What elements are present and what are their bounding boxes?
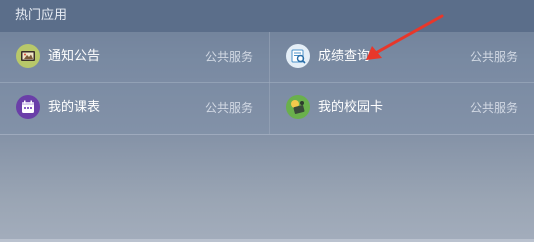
panel-title: 热门应用 — [15, 8, 68, 23]
app-item-my-timetable[interactable]: 我的课表 公共服务 — [0, 83, 269, 133]
app-category: 公共服务 — [204, 101, 253, 115]
app-item-notices[interactable]: 通知公告 公共服务 — [0, 32, 269, 82]
app-item-grade-query[interactable]: 成绩查询 公共服务 — [270, 32, 534, 82]
app-grid: 通知公告 公共服务 成绩查询 公共服务 我的课表 公共服务 我的校园卡 公共服务 — [0, 32, 534, 135]
app-category: 公共服务 — [469, 50, 518, 64]
app-label: 我的校园卡 — [318, 100, 384, 115]
campus-card-icon — [286, 95, 310, 119]
app-category: 公共服务 — [469, 101, 518, 115]
notice-board-icon — [16, 44, 40, 68]
app-label: 通知公告 — [48, 49, 101, 64]
app-item-campus-card[interactable]: 我的校园卡 公共服务 — [270, 83, 534, 133]
calendar-icon — [16, 95, 40, 119]
hot-apps-header: 热门应用 — [0, 0, 534, 32]
app-label: 成绩查询 — [318, 49, 371, 64]
grade-search-icon — [286, 44, 310, 68]
app-category: 公共服务 — [204, 50, 253, 64]
app-label: 我的课表 — [48, 100, 101, 115]
